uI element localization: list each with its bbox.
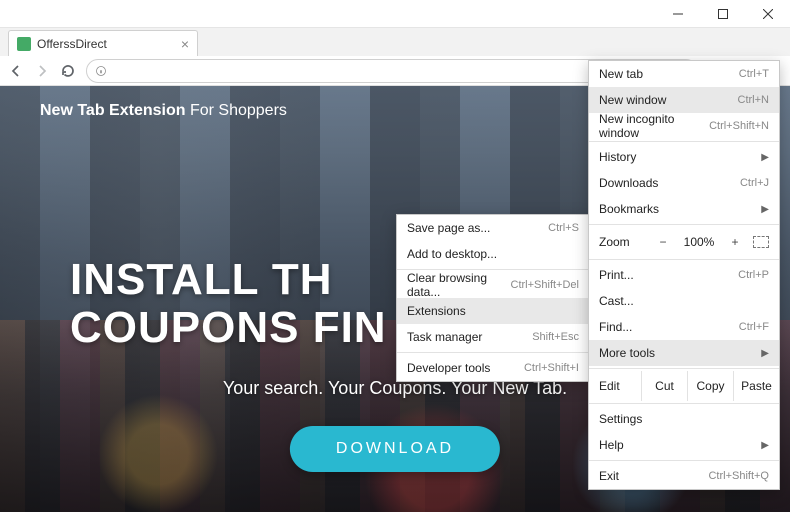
menu-label: Help [599, 438, 624, 452]
menu-label: Print... [599, 268, 634, 282]
shortcut: Ctrl+P [738, 269, 769, 281]
menu-downloads[interactable]: Downloads Ctrl+J [589, 170, 779, 196]
submenu-arrow-icon: ▶ [761, 204, 769, 215]
zoom-in-button[interactable]: + [725, 235, 745, 249]
menu-separator [589, 403, 779, 404]
page-headline: INSTALL TH COUPONS FIN [70, 256, 387, 353]
shortcut: Ctrl+N [738, 94, 769, 106]
shortcut: Ctrl+Shift+Del [511, 279, 579, 291]
shortcut: Ctrl+F [739, 321, 769, 333]
maximize-button[interactable] [700, 0, 745, 28]
forward-button[interactable] [34, 63, 50, 79]
shortcut: Ctrl+Shift+N [709, 120, 769, 132]
tab-close-icon[interactable]: × [181, 36, 189, 52]
submenu-arrow-icon: ▶ [761, 348, 769, 359]
submenu-add-desktop[interactable]: Add to desktop... [397, 241, 589, 267]
menu-separator [397, 269, 589, 270]
menu-label: Save page as... [407, 221, 490, 235]
edit-paste-button[interactable]: Paste [733, 371, 779, 401]
menu-separator [589, 224, 779, 225]
menu-label: Cast... [599, 294, 634, 308]
menu-label: Edit [589, 371, 641, 401]
menu-separator [397, 352, 589, 353]
minimize-button[interactable] [655, 0, 700, 28]
menu-label: Settings [599, 412, 642, 426]
menu-label: Task manager [407, 330, 482, 344]
menu-label: Add to desktop... [407, 247, 497, 261]
zoom-level: 100% [681, 235, 717, 249]
fullscreen-icon[interactable] [753, 236, 769, 248]
menu-print[interactable]: Print... Ctrl+P [589, 262, 779, 288]
menu-label: New incognito window [599, 112, 709, 140]
menu-separator [589, 259, 779, 260]
menu-new-tab[interactable]: New tab Ctrl+T [589, 61, 779, 87]
submenu-save-page[interactable]: Save page as... Ctrl+S [397, 215, 589, 241]
menu-settings[interactable]: Settings [589, 406, 779, 432]
menu-label: Developer tools [407, 361, 490, 375]
menu-history[interactable]: History ▶ [589, 144, 779, 170]
shortcut: Ctrl+T [739, 68, 769, 80]
tagline-bold: New Tab Extension [40, 102, 186, 119]
menu-more-tools[interactable]: More tools ▶ [589, 340, 779, 366]
page-tagline: New Tab Extension For Shoppers [40, 102, 287, 120]
menu-separator [589, 368, 779, 369]
menu-label: Downloads [599, 176, 658, 190]
submenu-arrow-icon: ▶ [761, 152, 769, 163]
menu-label: Bookmarks [599, 202, 659, 216]
menu-label: Zoom [599, 235, 645, 249]
menu-help[interactable]: Help ▶ [589, 432, 779, 458]
submenu-devtools[interactable]: Developer tools Ctrl+Shift+I [397, 355, 589, 381]
menu-separator [589, 141, 779, 142]
shortcut: Shift+Esc [532, 331, 579, 343]
menu-edit-row: Edit Cut Copy Paste [589, 371, 779, 401]
menu-separator [589, 460, 779, 461]
edit-cut-button[interactable]: Cut [641, 371, 687, 401]
edit-copy-button[interactable]: Copy [687, 371, 733, 401]
favicon-icon [17, 37, 31, 51]
menu-bookmarks[interactable]: Bookmarks ▶ [589, 196, 779, 222]
menu-label: Extensions [407, 304, 466, 318]
more-tools-submenu: Save page as...Ctrl+S Add to desktop... … [396, 214, 590, 382]
menu-label: More tools [599, 346, 655, 360]
back-button[interactable] [8, 63, 24, 79]
chrome-menu: New tab Ctrl+T New window Ctrl+N New incog… [588, 60, 780, 490]
menu-label: Clear browsing data... [407, 271, 511, 299]
browser-tab[interactable]: OfferssDirect × [8, 30, 198, 56]
menu-new-window[interactable]: New window Ctrl+N [589, 87, 779, 113]
submenu-task-manager[interactable]: Task manager Shift+Esc [397, 324, 589, 350]
menu-find[interactable]: Find... Ctrl+F [589, 314, 779, 340]
submenu-clear-data[interactable]: Clear browsing data...Ctrl+Shift+Del [397, 272, 589, 298]
window-titlebar [0, 0, 790, 28]
shortcut: Ctrl+Shift+Q [708, 470, 769, 482]
headline-line2: COUPONS FIN [70, 304, 387, 352]
tab-title: OfferssDirect [37, 37, 107, 51]
info-icon [95, 65, 107, 77]
submenu-extensions[interactable]: Extensions [397, 298, 589, 324]
reload-button[interactable] [60, 63, 76, 79]
menu-incognito[interactable]: New incognito windowCtrl+Shift+N [589, 113, 779, 139]
menu-label: New tab [599, 67, 643, 81]
headline-line1: INSTALL TH [70, 256, 387, 304]
shortcut: Ctrl+Shift+I [524, 362, 579, 374]
close-window-button[interactable] [745, 0, 790, 28]
tab-strip: OfferssDirect × [0, 28, 790, 56]
submenu-arrow-icon: ▶ [761, 440, 769, 451]
download-button[interactable]: DOWNLOAD [290, 426, 500, 472]
menu-label: Exit [599, 469, 619, 483]
zoom-out-button[interactable]: − [653, 235, 673, 249]
menu-label: History [599, 150, 636, 164]
menu-label: New window [599, 93, 666, 107]
menu-exit[interactable]: Exit Ctrl+Shift+Q [589, 463, 779, 489]
shortcut: Ctrl+J [740, 177, 769, 189]
menu-cast[interactable]: Cast... [589, 288, 779, 314]
tagline-rest: For Shoppers [186, 102, 287, 119]
menu-zoom: Zoom − 100% + [589, 227, 779, 257]
menu-label: Find... [599, 320, 632, 334]
shortcut: Ctrl+S [548, 222, 579, 234]
